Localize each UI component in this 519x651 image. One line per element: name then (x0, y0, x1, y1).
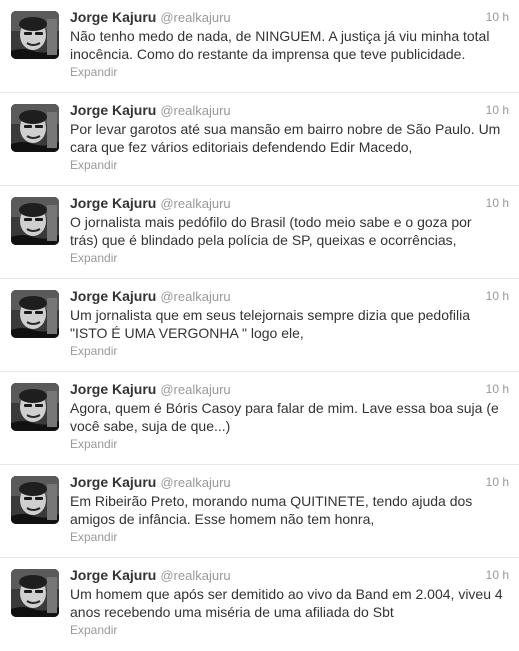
expand-link[interactable]: Expandir (70, 623, 117, 637)
expand-link[interactable]: Expandir (70, 344, 117, 358)
author-name[interactable]: Jorge Kajuru (70, 474, 156, 490)
avatar[interactable] (11, 104, 59, 152)
author-handle[interactable]: @realkajuru (160, 103, 230, 118)
author-handle[interactable]: @realkajuru (160, 289, 230, 304)
tweet-text: Um homem que após ser demitido ao vivo d… (70, 586, 503, 620)
avatar[interactable] (11, 197, 59, 245)
tweet-header: Jorge Kajuru @realkajuru 10 h (70, 9, 509, 27)
author-name[interactable]: Jorge Kajuru (70, 195, 156, 211)
tweet-timestamp[interactable]: 10 h (486, 10, 509, 24)
author-handle[interactable]: @realkajuru (160, 10, 230, 25)
tweet-item[interactable]: Jorge Kajuru @realkajuru 10 h Um jornalis… (0, 279, 519, 372)
expand-link[interactable]: Expandir (70, 65, 117, 79)
author-name[interactable]: Jorge Kajuru (70, 381, 156, 397)
tweet-item[interactable]: Jorge Kajuru @realkajuru 10 h Por levar g… (0, 93, 519, 186)
tweet-header: Jorge Kajuru @realkajuru 10 h (70, 474, 509, 492)
tweet-timestamp[interactable]: 10 h (486, 568, 509, 582)
avatar[interactable] (11, 569, 59, 617)
tweet-timestamp[interactable]: 10 h (486, 289, 509, 303)
avatar[interactable] (11, 290, 59, 338)
tweet-header: Jorge Kajuru @realkajuru 10 h (70, 381, 509, 399)
author-handle[interactable]: @realkajuru (160, 475, 230, 490)
expand-link[interactable]: Expandir (70, 437, 117, 451)
tweet-text: Por levar garotos até sua mansão em bair… (70, 121, 501, 155)
author-name[interactable]: Jorge Kajuru (70, 9, 156, 25)
tweet-text: Um jornalista que em seus telejornais se… (70, 307, 470, 341)
tweet-item[interactable]: Jorge Kajuru @realkajuru 10 h O jornalist… (0, 186, 519, 279)
tweet-item[interactable]: Jorge Kajuru @realkajuru 10 h Agora, quem… (0, 372, 519, 465)
tweet-item[interactable]: Jorge Kajuru @realkajuru 10 h Um homem qu… (0, 558, 519, 651)
tweet-text: Agora, quem é Bóris Casoy para falar de … (70, 400, 499, 434)
tweet-text: Em Ribeirão Preto, morando numa QUITINET… (70, 493, 473, 527)
tweet-header: Jorge Kajuru @realkajuru 10 h (70, 567, 509, 585)
tweet-text: Não tenho medo de nada, de NINGUEM. A ju… (70, 28, 490, 62)
author-handle[interactable]: @realkajuru (160, 196, 230, 211)
tweet-text: O jornalista mais pedófilo do Brasil (to… (70, 214, 472, 248)
avatar[interactable] (11, 476, 59, 524)
tweet-header: Jorge Kajuru @realkajuru 10 h (70, 102, 509, 120)
avatar[interactable] (11, 383, 59, 431)
expand-link[interactable]: Expandir (70, 530, 117, 544)
tweet-header: Jorge Kajuru @realkajuru 10 h (70, 195, 509, 213)
author-name[interactable]: Jorge Kajuru (70, 567, 156, 583)
author-name[interactable]: Jorge Kajuru (70, 102, 156, 118)
avatar[interactable] (11, 11, 59, 59)
tweet-timestamp[interactable]: 10 h (486, 103, 509, 117)
expand-link[interactable]: Expandir (70, 158, 117, 172)
author-name[interactable]: Jorge Kajuru (70, 288, 156, 304)
author-handle[interactable]: @realkajuru (160, 382, 230, 397)
tweet-timeline: Jorge Kajuru @realkajuru 10 h Não tenho m… (0, 0, 519, 651)
author-handle[interactable]: @realkajuru (160, 568, 230, 583)
tweet-timestamp[interactable]: 10 h (486, 196, 509, 210)
tweet-timestamp[interactable]: 10 h (486, 382, 509, 396)
tweet-item[interactable]: Jorge Kajuru @realkajuru 10 h Em Ribeirão… (0, 465, 519, 558)
tweet-timestamp[interactable]: 10 h (486, 475, 509, 489)
tweet-header: Jorge Kajuru @realkajuru 10 h (70, 288, 509, 306)
expand-link[interactable]: Expandir (70, 251, 117, 265)
tweet-item[interactable]: Jorge Kajuru @realkajuru 10 h Não tenho m… (0, 0, 519, 93)
